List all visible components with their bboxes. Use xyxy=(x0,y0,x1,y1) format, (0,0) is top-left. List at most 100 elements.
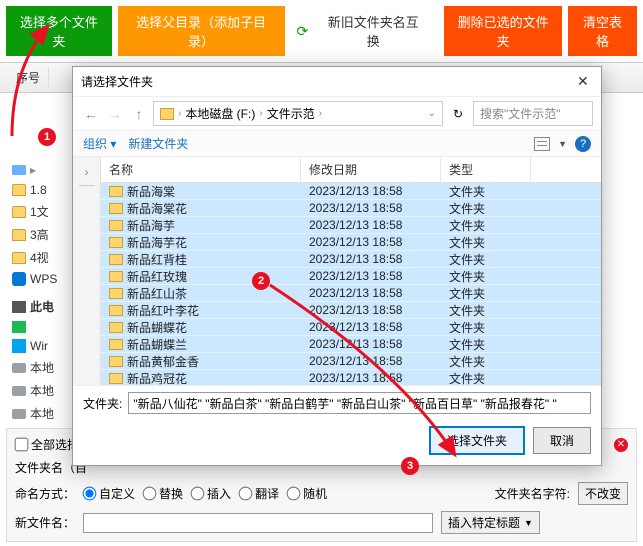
select-folder-button[interactable]: 选择文件夹 xyxy=(429,426,525,455)
nav-back-icon[interactable]: ← xyxy=(81,104,101,124)
file-list-header[interactable]: 名称 修改日期 类型 xyxy=(101,157,601,183)
char-mode-label: 文件夹名字符: xyxy=(495,485,570,502)
folder-picker-dialog: 请选择文件夹 ✕ ← → ↑ › 本地磁盘 (F:) › 文件示范 › ⌄ ↻ … xyxy=(72,66,602,466)
view-options-icon[interactable] xyxy=(534,137,550,151)
drive-icon xyxy=(12,409,26,419)
file-name: 新品鸡冠花 xyxy=(127,370,187,386)
file-date: 2023/12/13 18:58 xyxy=(301,218,441,232)
file-name: 新品红玫瑰 xyxy=(127,268,187,285)
pc-icon xyxy=(12,301,26,313)
help-icon[interactable]: ? xyxy=(575,136,591,152)
delete-selected-button[interactable]: 删除已选的文件夹 xyxy=(444,6,562,56)
file-row[interactable]: 新品红背桂2023/12/13 18:58文件夹 xyxy=(101,251,601,268)
refresh-icon[interactable]: ↻ xyxy=(447,103,469,125)
file-name: 新品蝴蝶花 xyxy=(127,319,187,336)
chevron-right-icon[interactable]: › xyxy=(85,165,89,179)
naming-mode-label: 命名方式： xyxy=(15,485,75,502)
folder-icon xyxy=(12,252,26,264)
file-type: 文件夹 xyxy=(441,370,531,386)
chevron-down-icon[interactable]: ▼ xyxy=(558,139,567,149)
file-type: 文件夹 xyxy=(441,183,531,200)
folder-icon xyxy=(12,206,26,218)
file-name: 新品海棠 xyxy=(127,183,175,200)
file-date: 2023/12/13 18:58 xyxy=(301,235,441,249)
cancel-button[interactable]: 取消 xyxy=(533,427,591,454)
file-name: 新品红背桂 xyxy=(127,251,187,268)
file-name: 新品海芋花 xyxy=(127,234,187,251)
folder-icon xyxy=(160,108,174,120)
organize-menu[interactable]: 组织 ▾ xyxy=(83,135,116,152)
callout-3: 3 xyxy=(401,457,419,475)
radio-replace[interactable]: 替换 xyxy=(143,485,183,502)
col-index: 序号 xyxy=(8,67,49,88)
radio-insert[interactable]: 插入 xyxy=(191,485,231,502)
swap-icon: ⟳ xyxy=(297,23,309,40)
file-type: 文件夹 xyxy=(441,251,531,268)
file-row[interactable]: 新品红山茶 2023/12/13 18:58文件夹 xyxy=(101,285,601,302)
file-row[interactable]: 新品红玫瑰2023/12/13 18:58文件夹 xyxy=(101,268,601,285)
file-date: 2023/12/13 18:58 xyxy=(301,354,441,368)
folder-icon xyxy=(12,184,26,196)
desktop-icon xyxy=(12,165,26,175)
file-name: 新品红山茶 xyxy=(127,285,187,302)
select-multi-folders-button[interactable]: 选择多个文件夹 xyxy=(6,6,112,56)
folder-icon xyxy=(109,322,123,333)
file-date: 2023/12/13 18:58 xyxy=(301,286,441,300)
file-row[interactable]: 新品红叶李花2023/12/13 18:58文件夹 xyxy=(101,302,601,319)
file-row[interactable]: 新品蝴蝶兰2023/12/13 18:58文件夹 xyxy=(101,336,601,353)
file-row[interactable]: 新品海棠花2023/12/13 18:58文件夹 xyxy=(101,200,601,217)
file-row[interactable]: 新品海棠2023/12/13 18:58文件夹 xyxy=(101,183,601,200)
file-name: 新品海芋 xyxy=(127,217,175,234)
windows-icon xyxy=(12,339,26,353)
folder-icon xyxy=(109,356,123,367)
chevron-down-icon: ▼ xyxy=(524,518,533,528)
radio-custom[interactable]: 自定义 xyxy=(83,485,135,502)
app-icon xyxy=(12,321,26,333)
file-date: 2023/12/13 18:58 xyxy=(301,371,441,385)
folder-icon xyxy=(109,305,123,316)
file-date: 2023/12/13 18:58 xyxy=(301,269,441,283)
file-row[interactable]: 新品蝴蝶花2023/12/13 18:58文件夹 xyxy=(101,319,601,336)
file-name: 新品蝴蝶兰 xyxy=(127,336,187,353)
callout-2: 2 xyxy=(252,272,270,290)
folder-icon xyxy=(109,288,123,299)
nav-up-icon[interactable]: ↑ xyxy=(129,104,149,124)
close-icon[interactable]: ✕ xyxy=(577,73,593,90)
new-filename-input[interactable] xyxy=(83,513,433,533)
file-type: 文件夹 xyxy=(441,234,531,251)
chevron-down-icon[interactable]: ⌄ xyxy=(428,108,436,119)
folder-icon xyxy=(109,186,123,197)
file-name: 新品黄郁金香 xyxy=(127,353,199,370)
folder-icon xyxy=(109,339,123,350)
file-date: 2023/12/13 18:58 xyxy=(301,201,441,215)
file-row[interactable]: 新品黄郁金香2023/12/13 18:58文件夹 xyxy=(101,353,601,370)
breadcrumb[interactable]: › 本地磁盘 (F:) › 文件示范 › ⌄ xyxy=(153,101,443,126)
folder-icon xyxy=(109,254,123,265)
wps-icon xyxy=(12,272,26,286)
file-row[interactable]: 新品海芋花 2023/12/13 18:58文件夹 xyxy=(101,234,601,251)
clear-table-button[interactable]: 清空表格 xyxy=(568,6,637,56)
file-row[interactable]: 新品海芋2023/12/13 18:58文件夹 xyxy=(101,217,601,234)
search-input[interactable]: 搜索"文件示范" xyxy=(473,101,593,126)
folder-name-input[interactable] xyxy=(128,392,591,414)
insert-title-select[interactable]: 插入特定标题 ▼ xyxy=(441,511,540,534)
dialog-title: 请选择文件夹 xyxy=(81,73,153,90)
file-type: 文件夹 xyxy=(441,285,531,302)
drive-icon xyxy=(12,386,26,396)
file-row[interactable]: 新品鸡冠花 2023/12/13 18:58文件夹 xyxy=(101,370,601,385)
new-filename-label: 新文件名： xyxy=(15,514,75,531)
dialog-nav-pane-collapsed: › xyxy=(73,157,101,385)
nav-forward-icon[interactable]: → xyxy=(105,104,125,124)
select-all-checkbox[interactable]: 全部选择 xyxy=(15,436,79,453)
file-name: 新品红叶李花 xyxy=(127,302,199,319)
radio-translate[interactable]: 翻译 xyxy=(239,485,279,502)
file-type: 文件夹 xyxy=(441,336,531,353)
folder-icon xyxy=(109,373,123,384)
char-mode-select[interactable]: 不改变 xyxy=(578,482,628,505)
select-parent-dir-button[interactable]: 选择父目录（添加子目录） xyxy=(118,6,285,56)
file-date: 2023/12/13 18:58 xyxy=(301,320,441,334)
file-type: 文件夹 xyxy=(441,200,531,217)
new-folder-button[interactable]: 新建文件夹 xyxy=(128,135,188,152)
radio-random[interactable]: 随机 xyxy=(287,485,327,502)
swap-names-button[interactable]: 新旧文件夹名互换 xyxy=(314,6,432,56)
